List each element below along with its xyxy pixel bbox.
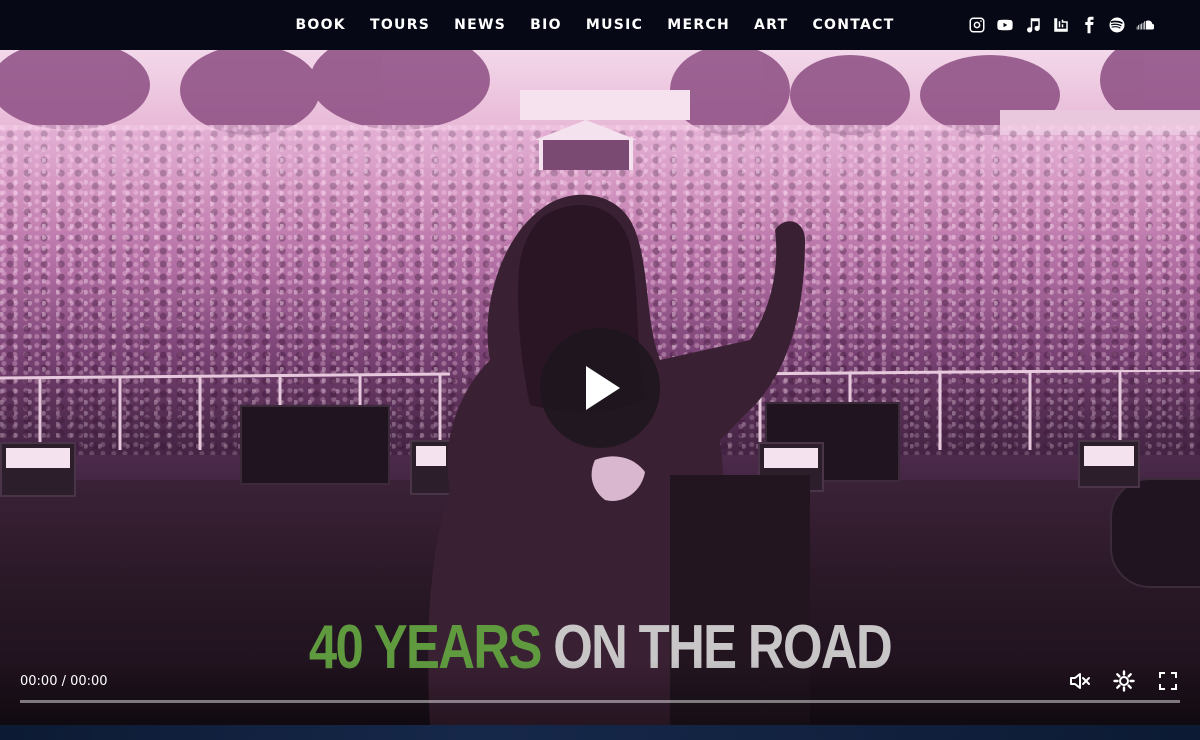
hero-video[interactable]: 40 YEARS ON THE ROAD 00:00 / 00:00 xyxy=(0,50,1200,725)
top-navigation-bar: BOOK TOURS NEWS BIO MUSIC MERCH ART CONT… xyxy=(0,0,1200,50)
video-frame-stage-light xyxy=(1078,440,1140,488)
youtube-icon[interactable] xyxy=(995,16,1014,35)
social-links xyxy=(967,0,1154,50)
fullscreen-button[interactable] xyxy=(1156,669,1180,693)
play-icon xyxy=(586,366,620,410)
video-controls: 00:00 / 00:00 xyxy=(0,660,1200,725)
mute-toggle-button[interactable] xyxy=(1068,669,1092,693)
video-frame-speaker xyxy=(1110,478,1200,588)
settings-button[interactable] xyxy=(1112,669,1136,693)
video-frame-speaker xyxy=(240,405,390,485)
nav-art[interactable]: ART xyxy=(754,17,788,33)
fullscreen-icon xyxy=(1159,672,1177,690)
speaker-muted-icon xyxy=(1070,673,1090,689)
video-time-display: 00:00 / 00:00 xyxy=(20,674,108,689)
soundcloud-icon[interactable] xyxy=(1135,16,1154,35)
nav-music[interactable]: MUSIC xyxy=(586,17,643,33)
instagram-icon[interactable] xyxy=(967,16,986,35)
music-note-icon[interactable] xyxy=(1023,16,1042,35)
main-nav: BOOK TOURS NEWS BIO MUSIC MERCH ART CONT… xyxy=(295,0,893,50)
facebook-icon[interactable] xyxy=(1079,16,1098,35)
spotify-icon[interactable] xyxy=(1107,16,1126,35)
nav-book[interactable]: BOOK xyxy=(295,17,346,33)
video-frame-stage-light xyxy=(0,442,76,497)
gear-icon xyxy=(1113,670,1135,692)
nav-bio[interactable]: BIO xyxy=(530,17,562,33)
nav-contact[interactable]: CONTACT xyxy=(812,17,894,33)
play-button[interactable] xyxy=(540,328,660,448)
video-frame-tent xyxy=(535,120,637,170)
video-progress-bar[interactable] xyxy=(20,700,1180,703)
nav-merch[interactable]: MERCH xyxy=(667,17,730,33)
nav-tours[interactable]: TOURS xyxy=(370,17,430,33)
nav-news[interactable]: NEWS xyxy=(454,17,506,33)
page-content-edge xyxy=(0,725,1200,740)
bandcamp-icon[interactable] xyxy=(1051,16,1070,35)
